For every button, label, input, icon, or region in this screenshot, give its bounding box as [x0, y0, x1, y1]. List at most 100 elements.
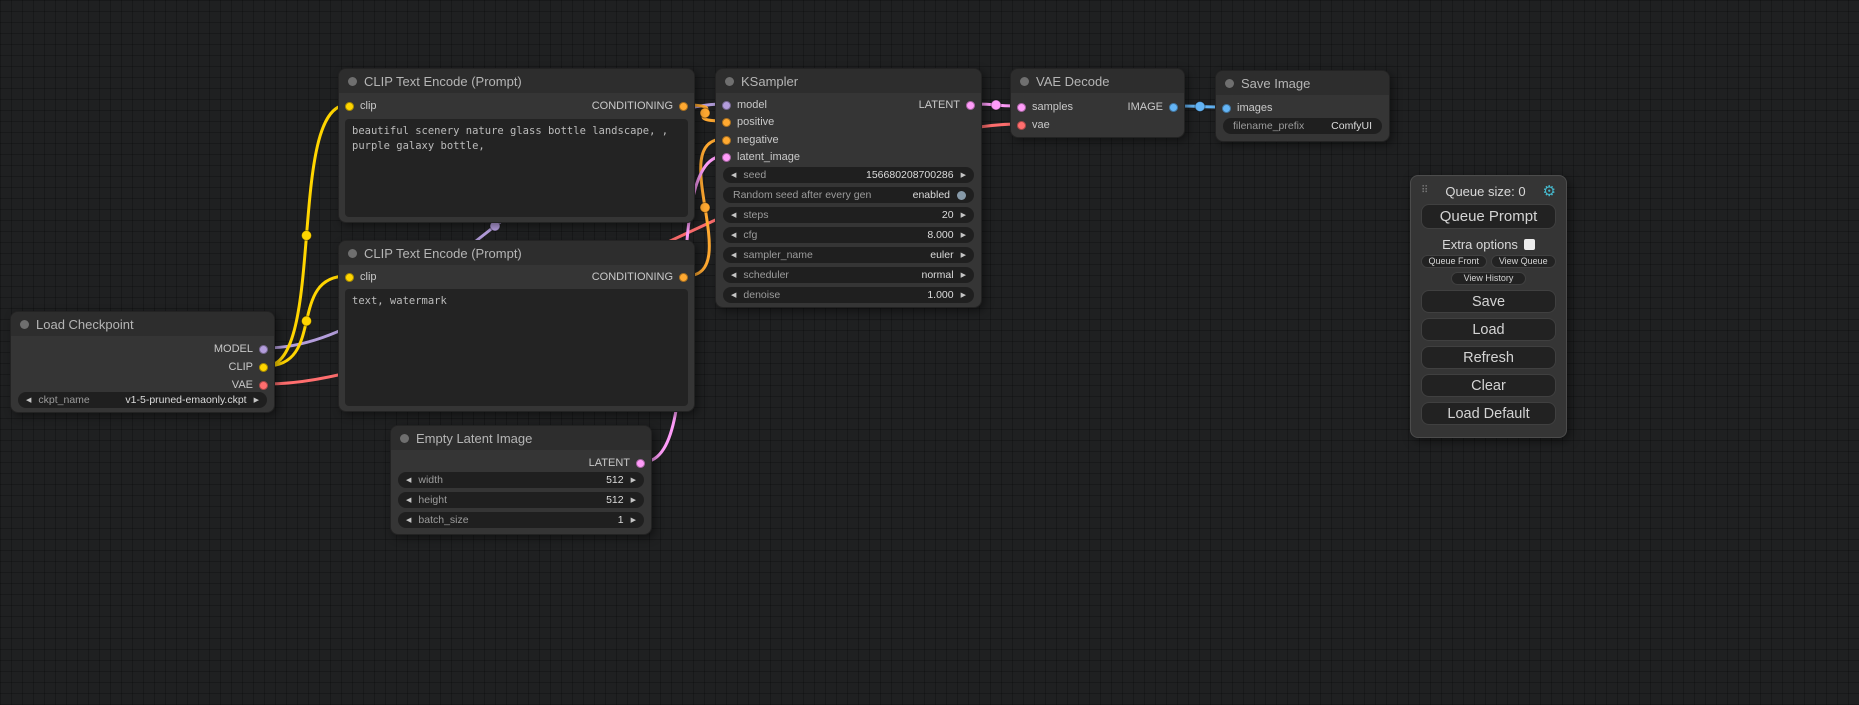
increment-arrow-icon[interactable]: ▶: [631, 497, 636, 504]
increment-arrow-icon[interactable]: ▶: [961, 292, 966, 299]
slot-label: LATENT: [919, 99, 960, 111]
settings-gear-icon[interactable]: ⚙: [1543, 184, 1556, 199]
increment-arrow-icon[interactable]: ▶: [961, 252, 966, 259]
increment-arrow-icon[interactable]: ▶: [961, 272, 966, 279]
node-clip-text-encode-positive[interactable]: CLIP Text Encode (Prompt) clip CONDITION…: [338, 68, 695, 223]
node-graph-canvas[interactable]: Load Checkpoint MODEL CLIP VAE ◀ ckpt_na…: [0, 0, 1859, 705]
save-button[interactable]: Save: [1421, 290, 1556, 313]
node-title-bar[interactable]: KSampler: [716, 69, 981, 93]
decrement-arrow-icon[interactable]: ◀: [406, 517, 411, 524]
slot-dot-latent[interactable]: [636, 459, 645, 468]
collapse-dot-icon[interactable]: [1020, 77, 1029, 86]
slot-dot-conditioning[interactable]: [679, 102, 688, 111]
node-title-bar[interactable]: Empty Latent Image: [391, 426, 651, 450]
slot-dot-negative[interactable]: [722, 136, 731, 145]
positive-prompt-textarea[interactable]: beautiful scenery nature glass bottle la…: [345, 119, 688, 217]
node-clip-text-encode-negative[interactable]: CLIP Text Encode (Prompt) clip CONDITION…: [338, 240, 695, 412]
slot-dot-positive[interactable]: [722, 118, 731, 127]
slot-dot-conditioning[interactable]: [679, 273, 688, 282]
slot-dot-vae[interactable]: [1017, 121, 1026, 130]
collapse-dot-icon[interactable]: [1225, 79, 1234, 88]
widget-filename-prefix[interactable]: filename_prefix ComfyUI: [1223, 118, 1382, 134]
drag-handle-icon[interactable]: ⠿: [1421, 186, 1428, 196]
collapse-dot-icon[interactable]: [20, 320, 29, 329]
widget-denoise[interactable]: ◀ denoise 1.000 ▶: [723, 287, 974, 303]
refresh-button[interactable]: Refresh: [1421, 346, 1556, 369]
node-title-bar[interactable]: Save Image: [1216, 71, 1389, 95]
slot-dot-clip[interactable]: [345, 102, 354, 111]
slot-dot-vae[interactable]: [259, 381, 268, 390]
view-history-button[interactable]: View History: [1451, 272, 1527, 285]
increment-arrow-icon[interactable]: ▶: [631, 517, 636, 524]
collapse-dot-icon[interactable]: [348, 249, 357, 258]
toggle-indicator-icon[interactable]: [957, 191, 966, 200]
collapse-dot-icon[interactable]: [400, 434, 409, 443]
decrement-arrow-icon[interactable]: ◀: [731, 172, 736, 179]
widget-height[interactable]: ◀ height 512 ▶: [398, 492, 644, 508]
queue-prompt-button[interactable]: Queue Prompt: [1421, 204, 1556, 229]
node-title-bar[interactable]: VAE Decode: [1011, 69, 1184, 93]
slot-dot-model[interactable]: [259, 345, 268, 354]
slot-dot-clip[interactable]: [345, 273, 354, 282]
slot-dot-image[interactable]: [1169, 103, 1178, 112]
decrement-arrow-icon[interactable]: ◀: [731, 292, 736, 299]
view-history-row: View History: [1421, 272, 1556, 285]
slot-dot-latent-image[interactable]: [722, 153, 731, 162]
load-button[interactable]: Load: [1421, 318, 1556, 341]
wire-image-midpoint-dot: [1195, 102, 1205, 112]
view-queue-button[interactable]: View Queue: [1491, 255, 1557, 268]
node-ksampler[interactable]: KSampler model LATENT positive negative …: [715, 68, 982, 308]
increment-arrow-icon[interactable]: ▶: [631, 477, 636, 484]
input-slot-clip: clip: [345, 269, 377, 285]
increment-arrow-icon[interactable]: ▶: [961, 172, 966, 179]
extra-options-checkbox[interactable]: [1524, 239, 1535, 250]
node-title-bar[interactable]: CLIP Text Encode (Prompt): [339, 69, 694, 93]
increment-arrow-icon[interactable]: ▶: [961, 212, 966, 219]
queue-buttons-row: Queue Front View Queue: [1421, 255, 1556, 268]
widget-ckpt-name[interactable]: ◀ ckpt_name v1-5-pruned-emaonly.ckpt ▶: [18, 392, 267, 408]
node-title-bar[interactable]: CLIP Text Encode (Prompt): [339, 241, 694, 265]
slot-dot-clip[interactable]: [259, 363, 268, 372]
node-load-checkpoint[interactable]: Load Checkpoint MODEL CLIP VAE ◀ ckpt_na…: [10, 311, 275, 413]
widget-sampler-name[interactable]: ◀ sampler_name euler ▶: [723, 247, 974, 263]
widget-seed[interactable]: ◀ seed 156680208700286 ▶: [723, 167, 974, 183]
node-title-bar[interactable]: Load Checkpoint: [11, 312, 274, 336]
node-empty-latent-image[interactable]: Empty Latent Image LATENT ◀ width 512 ▶ …: [390, 425, 652, 535]
decrement-arrow-icon[interactable]: ◀: [731, 212, 736, 219]
widget-scheduler[interactable]: ◀ scheduler normal ▶: [723, 267, 974, 283]
widget-steps[interactable]: ◀ steps 20 ▶: [723, 207, 974, 223]
clear-button[interactable]: Clear: [1421, 374, 1556, 397]
slot-dot-images[interactable]: [1222, 104, 1231, 113]
widget-batch-size[interactable]: ◀ batch_size 1 ▶: [398, 512, 644, 528]
decrement-arrow-icon[interactable]: ◀: [26, 397, 31, 404]
decrement-arrow-icon[interactable]: ◀: [731, 272, 736, 279]
increment-arrow-icon[interactable]: ▶: [254, 397, 259, 404]
widget-name: denoise: [743, 289, 780, 301]
negative-prompt-textarea[interactable]: text, watermark: [345, 289, 688, 406]
widget-name: scheduler: [743, 269, 789, 281]
slot-dot-model[interactable]: [722, 101, 731, 110]
widget-value: 20: [769, 209, 954, 221]
slot-label: clip: [360, 100, 377, 112]
node-vae-decode[interactable]: VAE Decode samples IMAGE vae: [1010, 68, 1185, 138]
decrement-arrow-icon[interactable]: ◀: [406, 497, 411, 504]
output-slot-vae: VAE: [232, 377, 268, 393]
node-save-image[interactable]: Save Image images filename_prefix ComfyU…: [1215, 70, 1390, 142]
decrement-arrow-icon[interactable]: ◀: [731, 232, 736, 239]
collapse-dot-icon[interactable]: [725, 77, 734, 86]
slot-dot-latent[interactable]: [966, 101, 975, 110]
increment-arrow-icon[interactable]: ▶: [961, 232, 966, 239]
widget-value: 1: [469, 514, 624, 526]
slot-dot-samples[interactable]: [1017, 103, 1026, 112]
decrement-arrow-icon[interactable]: ◀: [406, 477, 411, 484]
slot-label: LATENT: [589, 457, 630, 469]
queue-front-button[interactable]: Queue Front: [1421, 255, 1487, 268]
extra-options-row: Extra options: [1421, 237, 1556, 251]
widget-randomize-seed[interactable]: Random seed after every gen enabled: [723, 187, 974, 203]
collapse-dot-icon[interactable]: [348, 77, 357, 86]
widget-cfg[interactable]: ◀ cfg 8.000 ▶: [723, 227, 974, 243]
slot-label: CLIP: [229, 361, 253, 373]
decrement-arrow-icon[interactable]: ◀: [731, 252, 736, 259]
widget-width[interactable]: ◀ width 512 ▶: [398, 472, 644, 488]
load-default-button[interactable]: Load Default: [1421, 402, 1556, 425]
